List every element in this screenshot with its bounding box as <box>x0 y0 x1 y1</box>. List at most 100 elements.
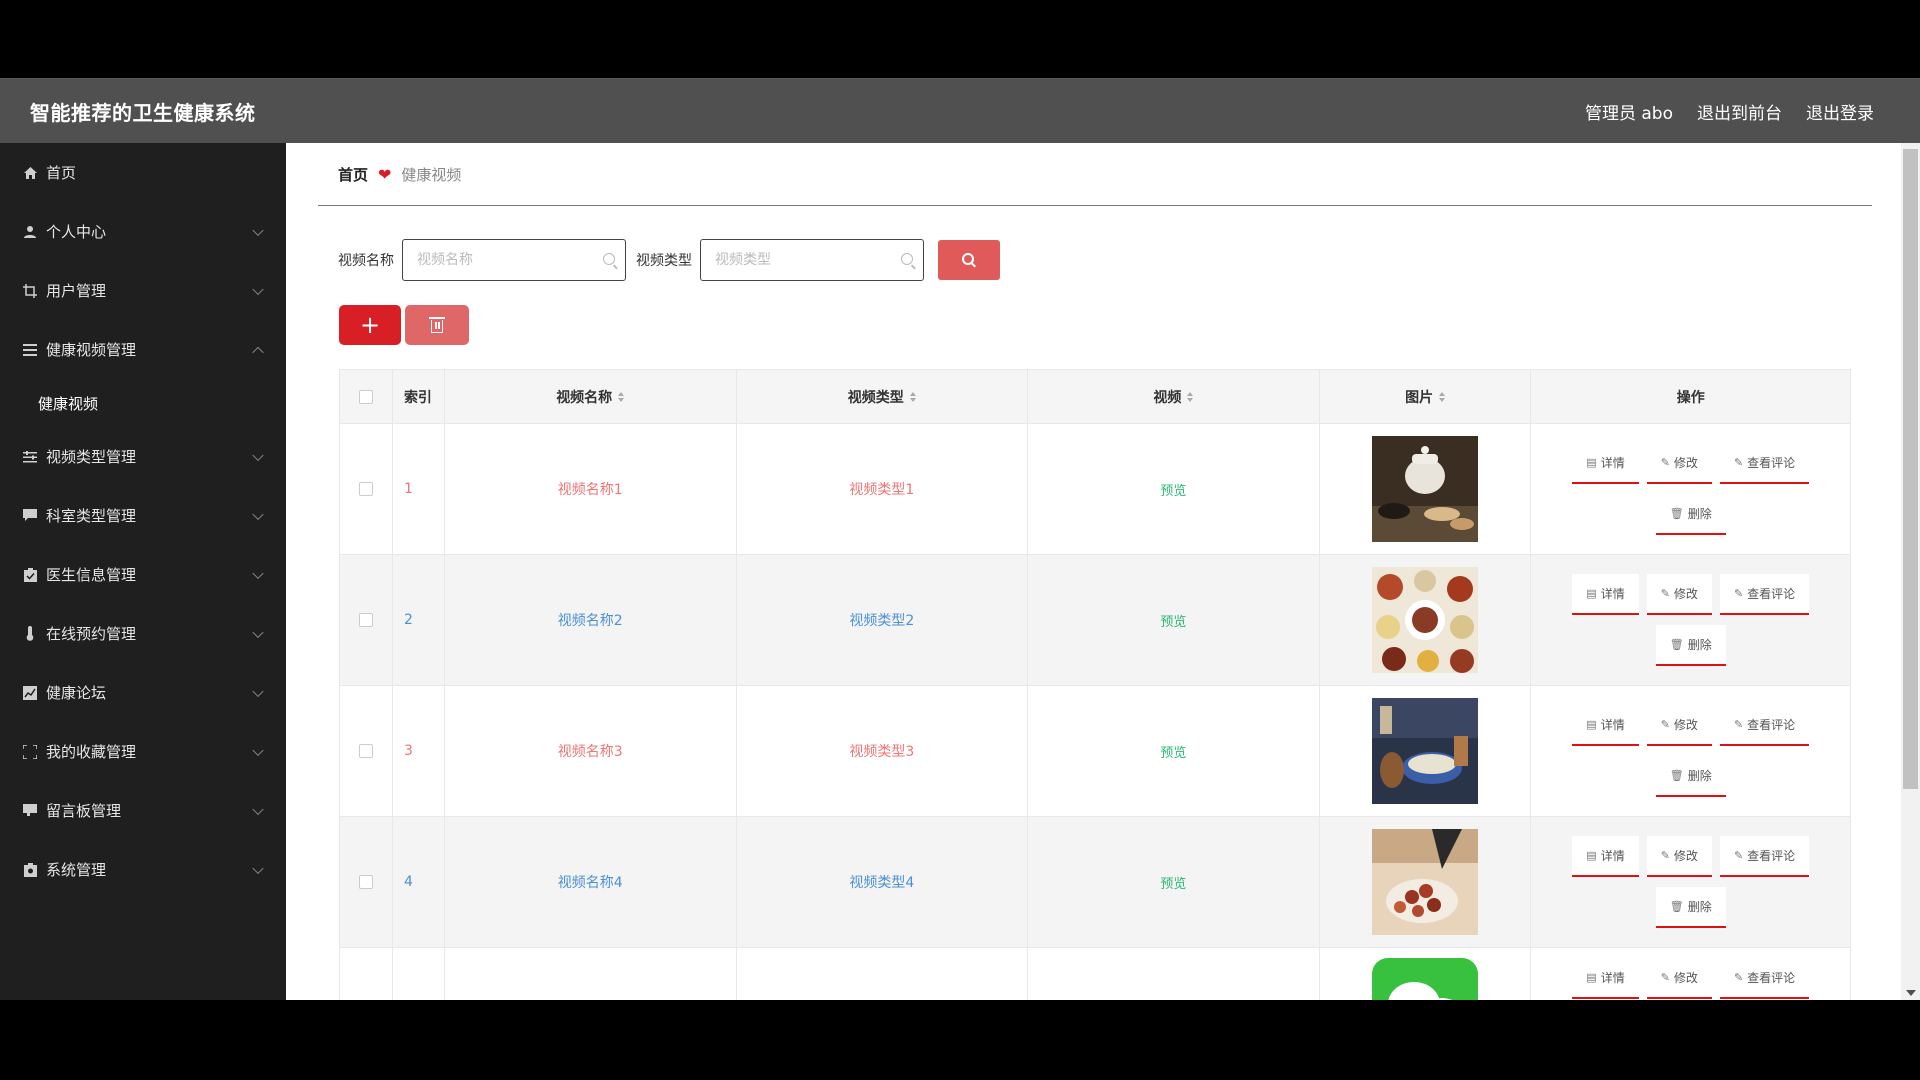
detail-button[interactable]: ▤ 详情 <box>1572 443 1639 484</box>
header-actions: 管理员 abo 退出到前台 退出登录 <box>1585 99 1874 124</box>
sort-icon[interactable] <box>618 391 625 402</box>
table-row: 2 视频名称2 视频类型2 预览 ▤ 详情 ✎ 修改 ✎ 查看评论 🗑 删除 <box>340 555 1850 686</box>
admin-user-label: 管理员 abo <box>1584 103 1673 124</box>
add-button[interactable]: + <box>339 305 401 345</box>
thumbnail-image[interactable] <box>1372 829 1479 935</box>
sidebar-item-video-type-management[interactable]: 视频类型管理 <box>0 427 286 486</box>
video-preview-link[interactable]: 预览 <box>1160 611 1186 630</box>
edit-label: 修改 <box>1673 971 1698 985</box>
edit-button[interactable]: ✎ 修改 <box>1646 705 1712 746</box>
delete-button[interactable]: 🗑 删除 <box>1655 494 1726 535</box>
ops-group: ▤ 详情 ✎ 修改 ✎ 查看评论 🗑 删除 <box>1572 705 1810 797</box>
edit-button[interactable]: ✎ 修改 <box>1646 958 1712 999</box>
sidebar-item-my-favorites-management[interactable]: 我的收藏管理 <box>0 722 286 781</box>
thumbnail-image[interactable] <box>1372 567 1479 673</box>
thumbnail-image[interactable] <box>1372 698 1479 804</box>
delete-button[interactable]: 🗑 删除 <box>1655 625 1726 666</box>
video-preview-link[interactable]: 预览 <box>1160 480 1186 499</box>
scrollbar-thumb[interactable] <box>1903 149 1918 789</box>
sidebar-item-system-management[interactable]: 系统管理 <box>0 840 286 899</box>
sidebar-item-online-appointment-management[interactable]: 在线预约管理 <box>0 604 286 663</box>
search-icon <box>962 253 974 265</box>
view-comments-button[interactable]: ✎ 查看评论 <box>1719 836 1810 877</box>
sidebar-item-department-type-management[interactable]: 科室类型管理 <box>0 486 286 545</box>
breadcrumb-home[interactable]: 首页 <box>338 164 368 185</box>
to-front-link[interactable]: 退出到前台 <box>1697 99 1782 124</box>
search-icon <box>603 253 615 265</box>
delete-button[interactable]: 🗑 删除 <box>1655 756 1726 797</box>
video-preview-link[interactable]: 预览 <box>1160 873 1186 892</box>
row-ops: ▤ 详情 ✎ 修改 ✎ 查看评论 🗑 删除 <box>1531 555 1850 685</box>
sidebar-item-user-management[interactable]: 用户管理 <box>0 261 286 320</box>
row-checkbox[interactable] <box>358 744 373 758</box>
detail-button[interactable]: ▤ 详情 <box>1572 836 1639 877</box>
sidebar-item-message-board-management[interactable]: 留言板管理 <box>0 781 286 840</box>
header-name[interactable]: 视频名称 <box>445 370 737 423</box>
select-all-checkbox[interactable] <box>358 389 373 404</box>
trash-icon: 🗑 <box>1669 769 1684 782</box>
pencil-icon: ✎ <box>1733 587 1744 600</box>
pencil-icon: ✎ <box>1733 718 1744 731</box>
sidebar-item-label: 健康视频管理 <box>46 341 137 359</box>
row-name: 视频名称2 <box>445 555 737 685</box>
pencil-icon: ✎ <box>1733 849 1744 862</box>
header-index-label: 索引 <box>403 389 432 406</box>
view-comments-button[interactable]: ✎ 查看评论 <box>1719 958 1810 999</box>
video-name-input[interactable] <box>403 240 625 280</box>
sidebar-item-health-video-management[interactable]: 健康视频管理 <box>0 320 286 379</box>
chevron-down-icon <box>252 567 264 579</box>
row-name <box>445 948 737 1000</box>
row-checkbox[interactable] <box>358 482 373 496</box>
ops-row: ▤ 详情 ✎ 修改 ✎ 查看评论 <box>1572 705 1810 746</box>
video-type-input[interactable] <box>701 240 923 280</box>
logout-link[interactable]: 退出登录 <box>1806 99 1874 124</box>
thumbnail-image[interactable] <box>1372 436 1479 542</box>
row-checkbox[interactable] <box>358 613 373 627</box>
sidebar-item-health-forum[interactable]: 健康论坛 <box>0 663 286 722</box>
header-video[interactable]: 视频 <box>1028 370 1320 423</box>
view-comments-button[interactable]: ✎ 查看评论 <box>1719 705 1810 746</box>
header: 智能推荐的卫生健康系统 管理员 abo 退出到前台 退出登录 <box>0 79 1920 143</box>
trash-icon <box>429 317 445 333</box>
sliders-icon <box>22 449 38 465</box>
sidebar-item-doctor-info-management[interactable]: 医生信息管理 <box>0 545 286 604</box>
row-name: 视频名称4 <box>445 817 737 947</box>
ops-group: ▤ 详情 ✎ 修改 ✎ 查看评论 🗑 删除 <box>1572 443 1810 535</box>
detail-button[interactable]: ▤ 详情 <box>1572 705 1639 746</box>
chevron-down-icon <box>252 224 264 236</box>
document-icon: ▤ <box>1586 587 1597 600</box>
plus-icon: + <box>359 311 381 339</box>
scroll-down-arrow-icon[interactable] <box>1906 990 1916 996</box>
sidebar-subitem-health-video[interactable]: 健康视频 <box>0 379 286 427</box>
delete-button[interactable]: 🗑 删除 <box>1655 887 1726 928</box>
sort-icon[interactable] <box>909 391 916 402</box>
row-image <box>1320 686 1532 816</box>
header-type[interactable]: 视频类型 <box>737 370 1029 423</box>
sort-icon[interactable] <box>1187 391 1194 402</box>
sidebar-item-home[interactable]: 首页 <box>0 143 286 202</box>
view-comments-button[interactable]: ✎ 查看评论 <box>1719 574 1810 615</box>
edit-button[interactable]: ✎ 修改 <box>1646 443 1712 484</box>
action-row: + <box>339 305 469 345</box>
detail-button[interactable]: ▤ 详情 <box>1572 958 1639 999</box>
edit-button[interactable]: ✎ 修改 <box>1646 574 1712 615</box>
chevron-down-icon <box>252 744 264 756</box>
row-type: 视频类型2 <box>737 555 1029 685</box>
heart-icon: ❤ <box>378 164 392 184</box>
row-checkbox[interactable] <box>358 875 373 889</box>
sort-icon[interactable] <box>1439 391 1446 402</box>
page-scrollbar[interactable] <box>1901 143 1920 1000</box>
view-comments-label: 查看评论 <box>1747 718 1796 732</box>
thumbnail-image[interactable] <box>1372 958 1479 1000</box>
batch-delete-button[interactable] <box>405 305 469 345</box>
view-comments-label: 查看评论 <box>1747 971 1796 985</box>
detail-button[interactable]: ▤ 详情 <box>1572 574 1639 615</box>
sidebar-item-label: 系统管理 <box>46 861 107 879</box>
edit-button[interactable]: ✎ 修改 <box>1646 836 1712 877</box>
video-preview-link[interactable]: 预览 <box>1160 742 1186 761</box>
header-image[interactable]: 图片 <box>1320 370 1532 423</box>
sidebar-item-personal-center[interactable]: 个人中心 <box>0 202 286 261</box>
chevron-down-icon <box>252 626 264 638</box>
search-button[interactable] <box>938 240 1000 280</box>
view-comments-button[interactable]: ✎ 查看评论 <box>1719 443 1810 484</box>
